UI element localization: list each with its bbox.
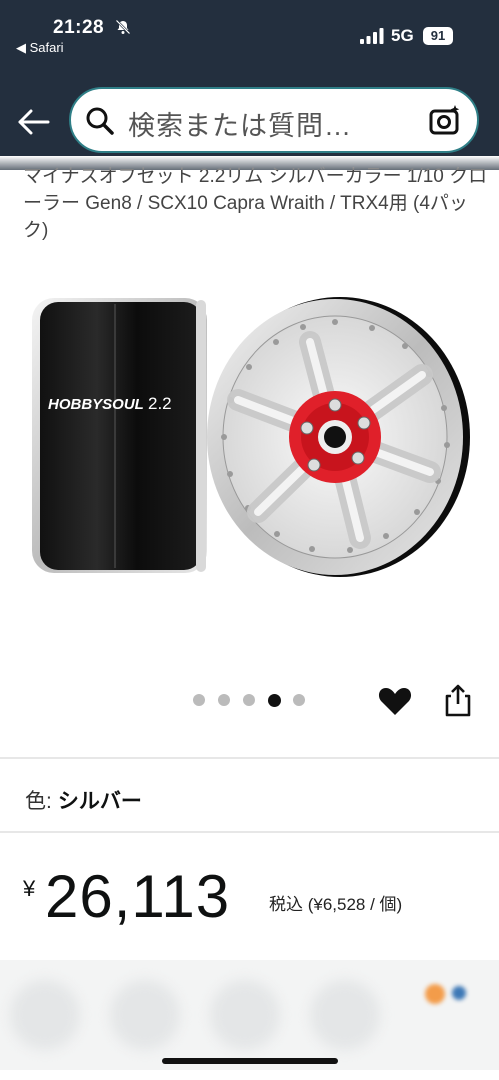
heart-icon[interactable] [378,686,412,716]
svg-text:HOBBYSOUL: HOBBYSOUL [48,396,144,413]
search-placeholder: 検索または質問… [128,111,352,141]
price-tax-note: 税込 (¥6,528 / 個) [269,895,403,914]
carousel-dot-active[interactable] [268,693,281,707]
blur-accent [425,984,445,1004]
back-to-safari[interactable]: ◀ Safari [16,40,64,56]
wheel-brand-label: HOBBYSOUL 2.2 [48,394,172,413]
color-value: シルバー [57,790,142,813]
blur-shape [110,980,180,1050]
blur-shape [310,980,380,1050]
carousel-dot[interactable] [218,694,230,706]
color-variant[interactable]: 色: シルバー [25,785,142,815]
divider [0,757,499,759]
back-arrow-icon[interactable] [16,104,52,140]
blur-accent [452,986,466,1000]
status-time: 21:28 [53,17,105,38]
share-icon[interactable] [443,683,473,717]
color-label: 色: [25,790,52,813]
price-amount: 26,113 [45,863,231,930]
status-bar: 21:28 ◀ Safari 5G 91 [0,0,499,62]
price-currency: ¥ [23,876,36,901]
carousel-dot[interactable] [293,694,305,706]
divider [0,831,499,833]
camera-icon[interactable] [428,104,462,138]
blurred-section [0,960,499,1070]
network-type: 5G [391,26,414,45]
blur-shape [10,980,80,1050]
scroll-fade [0,156,499,170]
battery-indicator: 91 [423,27,453,45]
bell-slash-icon [115,19,131,35]
carousel-dot[interactable] [243,694,255,706]
signal-icon [360,28,384,44]
product-image[interactable]: HOBBYSOUL 2.2 [20,290,490,590]
search-icon [86,107,114,135]
svg-text:2.2: 2.2 [148,394,172,413]
blur-shape [210,980,280,1050]
search-input[interactable]: 検索または質問… [69,87,479,153]
home-indicator[interactable] [162,1058,338,1064]
product-title: マイナスオフセット 2.2リム シルバーカラー 1/10 クローラー Gen8 … [23,166,488,241]
carousel-dot[interactable] [193,694,205,706]
